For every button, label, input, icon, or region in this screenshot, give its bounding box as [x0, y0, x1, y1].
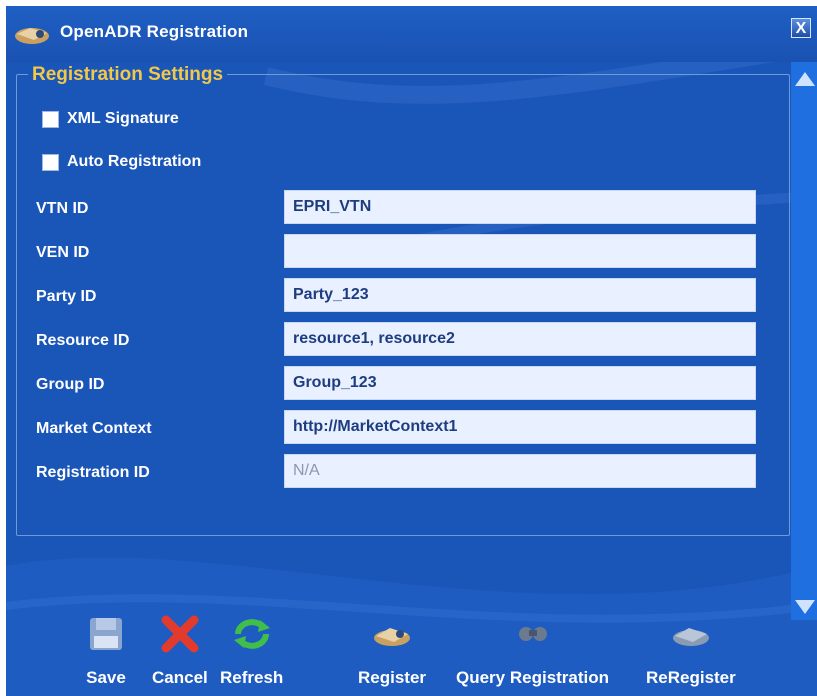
- group-id-label: Group ID: [36, 376, 105, 393]
- resource-id-label: Resource ID: [36, 332, 130, 349]
- auto-registration-label: Auto Registration: [67, 153, 202, 170]
- cancel-button[interactable]: Cancel: [152, 614, 208, 688]
- market-context-field[interactable]: http://MarketContext1: [284, 410, 756, 444]
- query-registration-label: Query Registration: [456, 668, 610, 687]
- save-button[interactable]: Save: [84, 614, 128, 688]
- vtn-id-field[interactable]: EPRI_VTN: [284, 190, 756, 224]
- register-button[interactable]: Register: [358, 614, 426, 688]
- refresh-button[interactable]: Refresh: [220, 614, 283, 688]
- scroll-up-arrow-icon[interactable]: [795, 72, 815, 86]
- red-x-icon: [161, 615, 199, 653]
- xml-signature-checkbox[interactable]: [42, 110, 59, 128]
- registration-id-label: Registration ID: [36, 464, 150, 481]
- auto-registration-checkbox[interactable]: [42, 153, 59, 171]
- xml-signature-option[interactable]: XML Signature: [42, 106, 179, 132]
- reregister-button[interactable]: ReRegister: [646, 614, 736, 688]
- bottom-toolbar: Save Cancel Refresh Register Query Regis…: [6, 606, 817, 696]
- close-button[interactable]: X: [791, 18, 811, 38]
- vtn-id-label: VTN ID: [36, 200, 89, 217]
- ven-id-field[interactable]: [284, 234, 756, 268]
- window-title: OpenADR Registration: [60, 22, 249, 41]
- party-id-label: Party ID: [36, 288, 97, 305]
- auto-registration-option[interactable]: Auto Registration: [42, 149, 201, 175]
- floppy-disk-icon: [90, 618, 122, 650]
- resource-id-field[interactable]: resource1, resource2: [284, 322, 756, 356]
- reregister-label: ReRegister: [646, 668, 736, 687]
- cancel-label: Cancel: [152, 668, 208, 687]
- market-context-label: Market Context: [36, 420, 152, 437]
- refresh-label: Refresh: [220, 668, 284, 687]
- register-label: Register: [358, 668, 427, 687]
- ven-id-label: VEN ID: [36, 244, 90, 261]
- title-bar[interactable]: OpenADR Registration: [6, 6, 817, 62]
- binoculars-icon: [518, 627, 547, 641]
- group-title: Registration Settings: [28, 64, 228, 86]
- vertical-scrollbar[interactable]: [791, 62, 817, 620]
- xml-signature-label: XML Signature: [67, 110, 179, 127]
- handshake-icon: [374, 628, 411, 646]
- group-id-field[interactable]: Group_123: [284, 366, 756, 400]
- registration-icon: [15, 28, 49, 44]
- save-label: Save: [86, 668, 126, 687]
- query-registration-button[interactable]: Query Registration: [456, 614, 609, 688]
- registration-id-field: N/A: [284, 454, 756, 488]
- openadr-registration-window: OpenADR Registration X Registration Sett…: [6, 6, 817, 696]
- handshake-gray-icon: [672, 628, 709, 646]
- green-arrows-icon: [233, 619, 270, 649]
- party-id-field[interactable]: Party_123: [284, 278, 756, 312]
